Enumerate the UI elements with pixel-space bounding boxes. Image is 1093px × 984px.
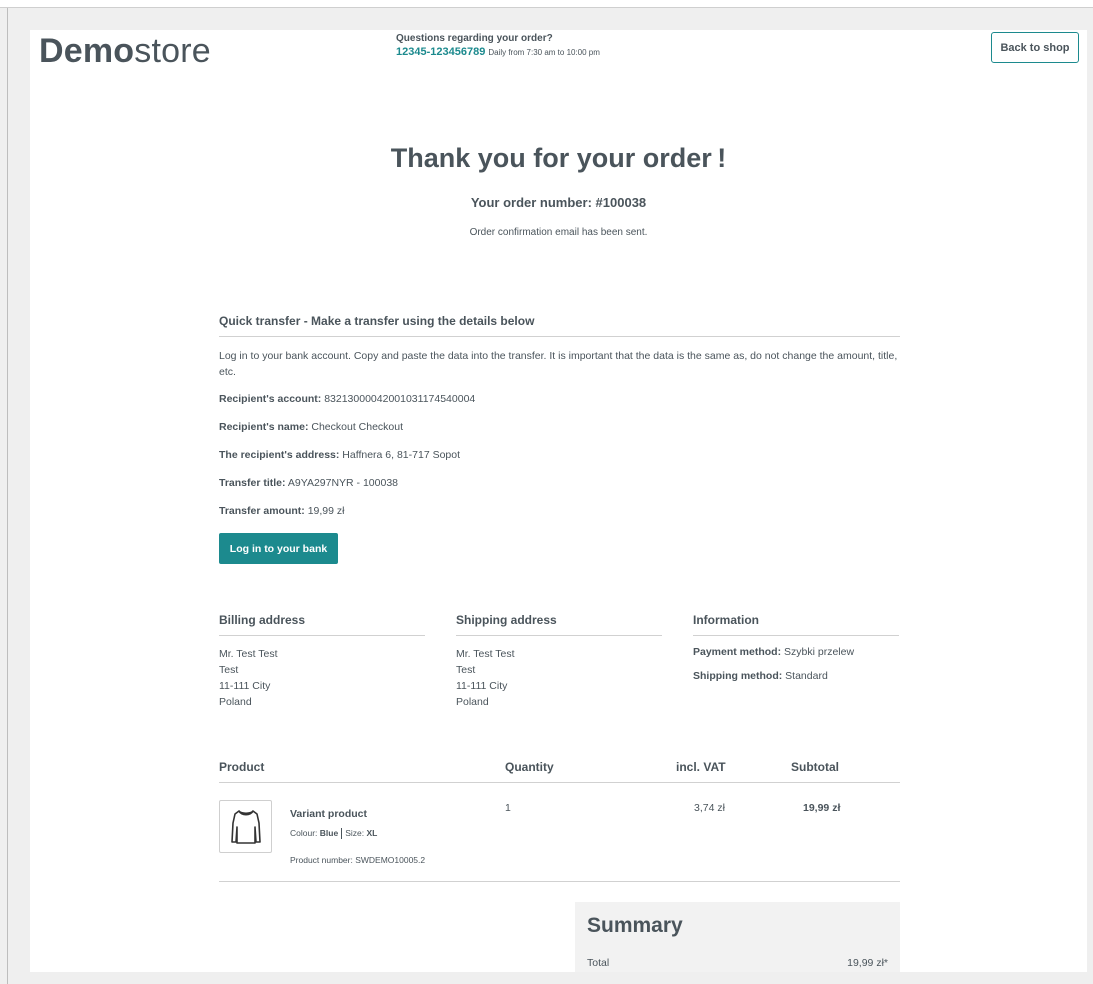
product-vat: 3,74 zł [694, 802, 725, 814]
total-value: 19,99 zł* [847, 957, 888, 969]
product-quantity: 1 [505, 802, 511, 814]
transfer-amount-label: Transfer amount: [219, 505, 305, 517]
transfer-amount-value: 19,99 zł [307, 505, 345, 517]
confirmation-note: Order confirmation email has been sent. [469, 227, 648, 238]
total-label: Total [587, 957, 610, 969]
recipient-name: Recipient's name: Checkout Checkout [219, 421, 900, 433]
back-to-shop-button[interactable]: Back to shop [991, 32, 1079, 63]
quick-transfer-description: Log in to your bank account. Copy and pa… [219, 350, 898, 378]
shipping-method-label: Shipping method: [693, 670, 783, 682]
shipping-method-value: Standard [785, 670, 828, 682]
billing-lines: Mr. Test Test Test 11-111 City Poland [219, 646, 425, 710]
contact-info: Questions regarding your order? 12345-12… [396, 33, 600, 58]
recipient-address-value: Haffnera 6, 81-717 Sopot [342, 449, 461, 461]
payment-method: Payment method: Szybki przelew [693, 646, 899, 658]
recipient-account: Recipient's account: 8321300004200103117… [219, 393, 900, 405]
transfer-title: Transfer title: A9YA297NYR - 100038 [219, 477, 900, 489]
contact-phone-line: 12345-123456789 Daily from 7:30 am to 10:… [396, 46, 600, 58]
page-title: Thank you for your order ! [390, 143, 727, 173]
product-subtotal: 19,99 zł [803, 802, 841, 814]
product-name[interactable]: Variant product [290, 808, 367, 820]
colour-label: Colour: [290, 828, 318, 838]
shipping-line: Mr. Test Test [456, 648, 515, 660]
recipient-account-value: 83213000042001031174540004 [324, 393, 476, 405]
column-header-subtotal: Subtotal [791, 760, 839, 774]
billing-line: Test [219, 664, 239, 676]
payment-method-label: Payment method: [693, 646, 782, 658]
billing-heading: Billing address [219, 613, 425, 636]
table-footer-divider [219, 881, 900, 882]
store-logo[interactable]: Demostore [39, 32, 211, 71]
billing-address: Billing address Mr. Test Test Test 11-11… [219, 613, 425, 710]
payment-method-value: Szybki przelew [784, 646, 855, 658]
colour-value: Blue [319, 828, 339, 838]
column-header-vat: incl. VAT [676, 760, 726, 774]
shipping-line: Test [456, 664, 476, 676]
summary-heading: Summary [587, 914, 683, 937]
recipient-account-label: Recipient's account: [219, 393, 322, 405]
shipping-line: 11-111 City [456, 680, 508, 692]
size-value: XL [366, 828, 378, 838]
transfer-amount: Transfer amount: 19,99 zł [219, 505, 900, 517]
column-header-product: Product [219, 760, 265, 774]
quick-transfer-title: Quick transfer - Make a transfer using t… [219, 314, 900, 337]
shipping-line: Poland [456, 696, 489, 708]
billing-line: Poland [219, 696, 252, 708]
table-header-divider [219, 782, 900, 783]
recipient-address: The recipient's address: Haffnera 6, 81-… [219, 449, 900, 461]
order-information: Information Payment method: Szybki przel… [693, 613, 899, 682]
order-summary: Summary Total 19,99 zł* [575, 902, 900, 972]
browser-frame-left [7, 8, 8, 984]
transfer-title-value: A9YA297NYR - 100038 [287, 477, 399, 489]
contact-hours: Daily from 7:30 am to 10:00 pm [488, 48, 600, 57]
recipient-name-label: Recipient's name: [219, 421, 309, 433]
billing-line: Mr. Test Test [219, 648, 278, 660]
shipping-method: Shipping method: Standard [693, 670, 899, 682]
logo-light: store [134, 32, 211, 70]
product-number: Product number: SWDEMO10005.2 [290, 855, 426, 865]
transfer-title-label: Transfer title: [219, 477, 286, 489]
checkout-finish-page: Demostore Questions regarding your order… [30, 30, 1087, 972]
recipient-address-label: The recipient's address: [219, 449, 340, 461]
shipping-address: Shipping address Mr. Test Test Test 11-1… [456, 613, 662, 710]
contact-phone: 12345-123456789 [396, 46, 486, 58]
browser-frame-top [0, 0, 1093, 8]
recipient-name-value: Checkout Checkout [311, 421, 404, 433]
login-bank-button[interactable]: Log in to your bank [219, 533, 338, 564]
option-separator [341, 828, 343, 840]
contact-question: Questions regarding your order? [396, 33, 553, 44]
information-heading: Information [693, 613, 899, 636]
shipping-lines: Mr. Test Test Test 11-111 City Poland [456, 646, 662, 710]
logo-bold: Demo [39, 32, 135, 70]
column-header-quantity: Quantity [505, 760, 554, 774]
longsleeve-shirt-icon [230, 809, 261, 844]
product-image[interactable] [219, 800, 272, 853]
product-options: Colour: Blue Size: XL [290, 828, 378, 840]
order-number: Your order number: #100038 [470, 195, 647, 210]
size-label: Size: [345, 828, 365, 838]
shipping-heading: Shipping address [456, 613, 662, 636]
billing-line: 11-111 City [219, 680, 271, 692]
